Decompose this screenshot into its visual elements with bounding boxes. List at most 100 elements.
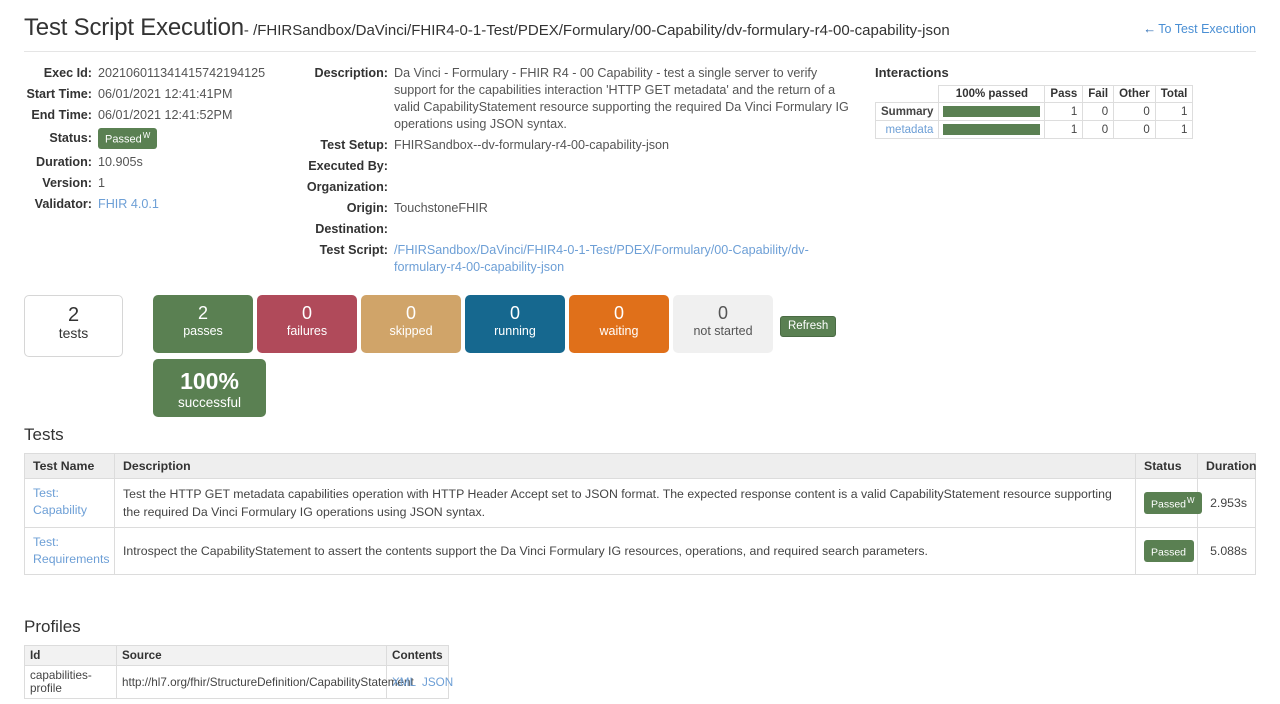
test-name-link[interactable]: Test: Capability — [33, 485, 106, 519]
tests-row-duration: 5.088s — [1198, 528, 1256, 575]
test-name-line1: Test: — [33, 486, 59, 500]
detail-destination: Destination: — [304, 221, 859, 238]
tests-section: Tests Test Name Description Status Durat… — [24, 425, 1256, 575]
stat-box-passes[interactable]: 2 passes — [153, 295, 253, 353]
stat-percent-label: successful — [153, 395, 266, 411]
profiles-table: Id Source Contents capabilities-profile … — [24, 645, 449, 699]
details-middle-column: Description: Da Vinci - Formulary - FHIR… — [304, 65, 859, 280]
stat-label: passes — [153, 323, 253, 339]
page-header: Test Script Execution- /FHIRSandbox/DaVi… — [24, 0, 1256, 52]
detail-value: 06/01/2021 12:41:52PM — [98, 107, 304, 124]
detail-end-time: End Time: 06/01/2021 12:41:52PM — [24, 107, 304, 124]
stat-label: waiting — [569, 323, 669, 339]
interactions-panel: Interactions 100% passed Pass Fail Other… — [875, 65, 1165, 139]
validator-link[interactable]: FHIR 4.0.1 — [98, 197, 159, 211]
stat-box-not-started[interactable]: 0 not started — [673, 295, 773, 353]
profiles-col-contents: Contents — [387, 646, 449, 666]
tests-row-duration: 2.953s — [1198, 479, 1256, 528]
interactions-progress-cell — [939, 121, 1045, 139]
stat-label: skipped — [361, 323, 461, 339]
tests-row-name: Test:Requirements — [25, 528, 115, 575]
profile-json-link[interactable]: JSON — [422, 676, 453, 689]
detail-value — [394, 179, 859, 196]
stat-box-failures[interactable]: 0 failures — [257, 295, 357, 353]
profiles-row-id: capabilities-profile — [25, 666, 117, 699]
detail-label: Origin: — [304, 200, 394, 217]
detail-value — [394, 221, 859, 238]
tests-row-description: Introspect the CapabilityStatement to as… — [115, 528, 1136, 575]
to-test-execution-link[interactable]: ←To Test Execution — [1143, 21, 1256, 36]
status-badge-warning-marker: W — [143, 131, 151, 140]
detail-label: Duration: — [24, 154, 98, 171]
detail-label: Test Setup: — [304, 137, 394, 154]
stat-value: 0 — [465, 303, 565, 323]
test-name-line1: Test: — [33, 535, 59, 549]
statistics-row: 2 tests 2 passes 0 failures 0 skipped 0 … — [24, 295, 1280, 425]
interactions-fail: 0 — [1083, 103, 1114, 121]
to-test-execution-label: To Test Execution — [1158, 22, 1256, 36]
status-badge-warning-marker: W — [1187, 496, 1195, 505]
detail-value: Da Vinci - Formulary - FHIR R4 - 00 Capa… — [394, 65, 859, 133]
stat-label: not started — [673, 323, 773, 339]
execution-details: Exec Id: 202106011341415742194125 Start … — [24, 65, 1256, 295]
interactions-progress-cell — [939, 103, 1045, 121]
progress-bar-track — [943, 106, 1040, 117]
profile-xml-link[interactable]: XML — [392, 676, 416, 689]
interactions-pass: 1 — [1045, 121, 1083, 139]
detail-value: /FHIRSandbox/DaVinci/FHIR4-0-1-Test/PDEX… — [394, 242, 859, 276]
detail-duration: Duration: 10.905s — [24, 154, 304, 171]
stat-value: 0 — [257, 303, 357, 323]
profiles-row-source: http://hl7.org/fhir/StructureDefinition/… — [117, 666, 387, 699]
stat-value: 2 — [153, 303, 253, 323]
tests-row-description: Test the HTTP GET metadata capabilities … — [115, 479, 1136, 528]
detail-value: 1 — [98, 175, 304, 192]
interactions-total: 1 — [1155, 103, 1193, 121]
stat-box-skipped[interactable]: 0 skipped — [361, 295, 461, 353]
stat-value: 0 — [361, 303, 461, 323]
left-arrow-icon: ← — [1143, 21, 1156, 36]
interactions-pass: 1 — [1045, 103, 1083, 121]
interactions-col-other: Other — [1114, 86, 1156, 103]
detail-version: Version: 1 — [24, 175, 304, 192]
profiles-row-contents: XMLJSON — [387, 666, 449, 699]
detail-label: Start Time: — [24, 86, 98, 103]
tests-header-row: Test Name Description Status Duration — [25, 454, 1256, 479]
stat-box-percent-successful[interactable]: 100% successful — [153, 359, 266, 417]
refresh-button[interactable]: Refresh — [780, 316, 836, 337]
stat-box-running[interactable]: 0 running — [465, 295, 565, 353]
page-title-separator: - — [244, 22, 253, 39]
progress-bar-fill — [943, 106, 1040, 117]
table-row: capabilities-profile http://hl7.org/fhir… — [25, 666, 449, 699]
stat-percent-value: 100% — [153, 368, 266, 395]
detail-label: Validator: — [24, 196, 98, 213]
detail-origin: Origin: TouchstoneFHIR — [304, 200, 859, 217]
tests-col-description: Description — [115, 454, 1136, 479]
detail-start-time: Start Time: 06/01/2021 12:41:41PM — [24, 86, 304, 103]
detail-value: 06/01/2021 12:41:41PM — [98, 86, 304, 103]
test-script-link[interactable]: /FHIRSandbox/DaVinci/FHIR4-0-1-Test/PDEX… — [394, 243, 809, 274]
status-badge: PassedW — [98, 128, 157, 149]
detail-label: Version: — [24, 175, 98, 192]
table-row: metadata 1 0 0 1 — [876, 121, 1193, 139]
detail-label: Executed By: — [304, 158, 394, 175]
detail-value: 10.905s — [98, 154, 304, 171]
interactions-row-link[interactable]: metadata — [876, 121, 939, 139]
interactions-header-row: 100% passed Pass Fail Other Total — [876, 86, 1193, 103]
tests-row-status: PassedW — [1136, 479, 1198, 528]
progress-bar-fill — [943, 124, 1040, 135]
stat-box-waiting[interactable]: 0 waiting — [569, 295, 669, 353]
profiles-section: Profiles Id Source Contents capabilities… — [24, 617, 1256, 699]
detail-status: Status: PassedW — [24, 128, 304, 149]
profiles-col-source: Source — [117, 646, 387, 666]
detail-exec-id: Exec Id: 202106011341415742194125 — [24, 65, 304, 82]
detail-executed-by: Executed By: — [304, 158, 859, 175]
test-name-link[interactable]: Test:Requirements — [33, 534, 106, 568]
stat-value: 2 — [25, 305, 122, 325]
interactions-col-blank — [876, 86, 939, 103]
table-row: Test:Requirements Introspect the Capabil… — [25, 528, 1256, 575]
interactions-other: 0 — [1114, 121, 1156, 139]
interactions-title: Interactions — [875, 65, 1165, 80]
status-badge: Passed — [1144, 540, 1194, 563]
stat-box-tests[interactable]: 2 tests — [24, 295, 123, 357]
test-name-line2: Capability — [33, 503, 87, 517]
